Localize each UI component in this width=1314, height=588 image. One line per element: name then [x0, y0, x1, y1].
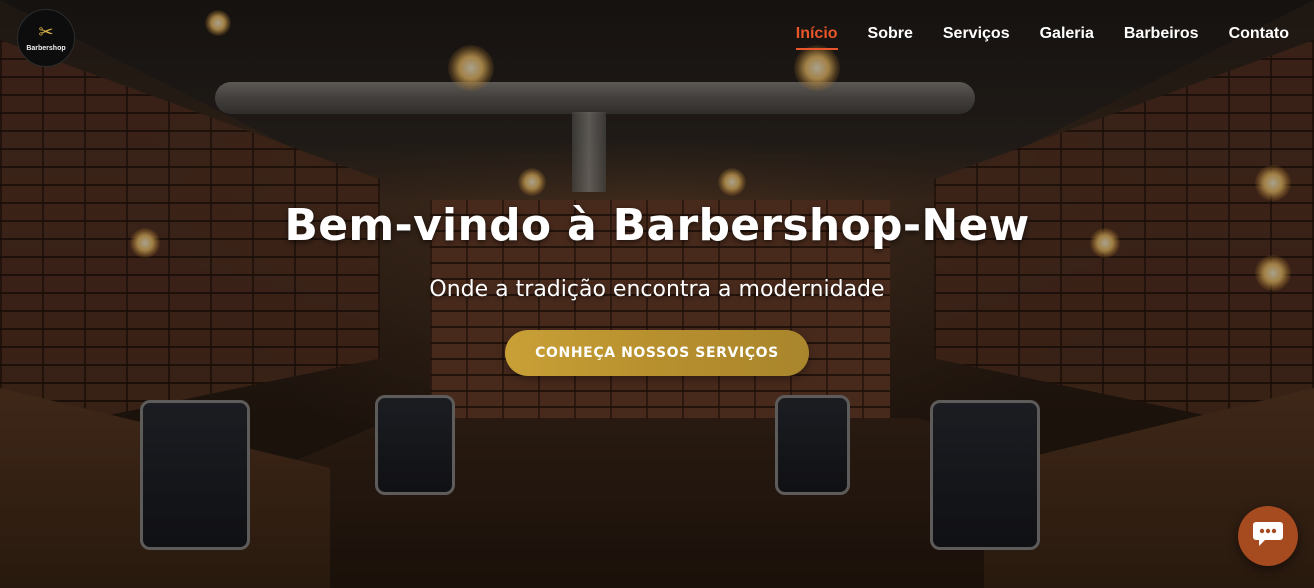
- nav-item-galeria[interactable]: Galeria: [1040, 25, 1094, 50]
- nav-item-contato[interactable]: Contato: [1229, 25, 1289, 50]
- chat-icon: [1252, 520, 1284, 552]
- brand-logo-text: Barbershop: [26, 45, 66, 52]
- services-cta-button[interactable]: CONHEÇA NOSSOS SERVIÇOS: [505, 330, 809, 376]
- hero-section: ✂ Barbershop Início Sobre Serviços Galer…: [0, 0, 1314, 588]
- hero-title: Bem-vindo à Barbershop-New: [284, 200, 1030, 251]
- hero-content: Bem-vindo à Barbershop-New Onde a tradiç…: [0, 200, 1314, 376]
- main-nav: Início Sobre Serviços Galeria Barbeiros …: [795, 25, 1289, 50]
- brand-logo[interactable]: ✂ Barbershop: [17, 9, 75, 67]
- chat-button[interactable]: [1238, 506, 1298, 566]
- nav-item-inicio[interactable]: Início: [795, 25, 838, 50]
- nav-item-barbeiros[interactable]: Barbeiros: [1124, 25, 1199, 50]
- nav-item-sobre[interactable]: Sobre: [868, 25, 913, 50]
- hero-subtitle: Onde a tradição encontra a modernidade: [429, 277, 885, 302]
- nav-item-servicos[interactable]: Serviços: [943, 25, 1010, 50]
- scissors-razor-icon: ✂: [38, 22, 54, 43]
